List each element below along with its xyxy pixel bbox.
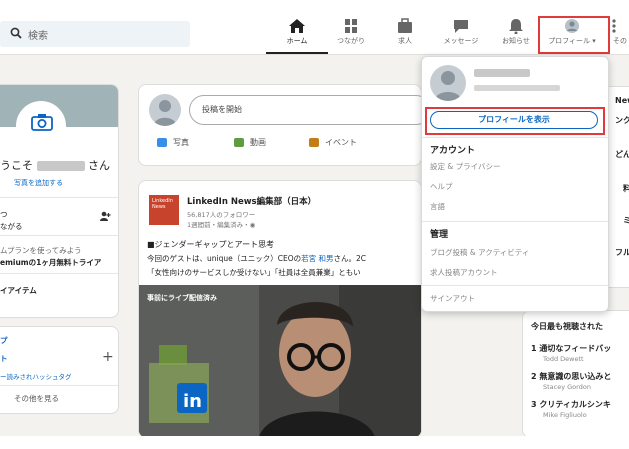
linkedin-news-logo[interactable]: LinkedIn News [149, 195, 179, 225]
redacted-headline [474, 85, 560, 91]
post-time: 1週間前・編集済み・◉ [187, 221, 256, 229]
share-box: 投稿を開始 写真 動画 イベント [138, 84, 431, 166]
nav-jobs-label: 求人 [398, 37, 412, 45]
calendar-icon [309, 138, 319, 147]
posts-activity-link[interactable]: ブログ投稿 & アクティビティ [430, 247, 529, 258]
redacted-name [474, 69, 530, 77]
profile-dropdown-menu: プロフィールを表示 アカウント 設定 & プライバシー ヘルプ 言語 管理 ブロ… [421, 56, 609, 312]
video-button[interactable]: 動画 [234, 137, 266, 148]
courses-title: 今日最も視聴された [531, 322, 603, 331]
messaging-icon [454, 20, 468, 33]
svg-text:in: in [183, 391, 202, 412]
post-author[interactable]: LinkedIn News編集部（日本） [187, 195, 316, 207]
courses-card: 今日最も視聴された 1 通切なフィードバッ Todd Dewett 2 無意識の… [522, 310, 629, 436]
communities-card: プ ト + ー読みされハッシュタグ その他を見る [0, 326, 119, 414]
start-post-button[interactable]: 投稿を開始 [189, 95, 431, 125]
connections-label[interactable]: つ [0, 209, 8, 220]
start-post-placeholder: 投稿を開始 [202, 105, 242, 114]
home-icon [289, 19, 305, 33]
divider [0, 235, 118, 236]
profile-summary-card: うこそ さん 写真を追加する つ ながる ムプランを使ってみよう emiumの1… [0, 84, 119, 318]
divider [422, 221, 608, 222]
hashtags-link[interactable]: ー読みされハッシュタグ [0, 371, 72, 381]
job-posting-account-link[interactable]: 求人投稿アカウント [430, 267, 498, 278]
nav-home-label: ホーム [286, 37, 308, 45]
nav-messaging[interactable]: メッセージ [430, 18, 492, 54]
my-items-link[interactable]: イアイテム [0, 285, 37, 296]
camera-icon[interactable] [31, 113, 53, 131]
avatar[interactable] [149, 94, 181, 126]
divider [0, 385, 118, 386]
post-body-line2: 「女性向けのサービスしか受けない」「社員は全員兼業」ともい [147, 268, 361, 277]
feed-post: LinkedIn News LinkedIn News編集部（日本） 56,81… [138, 180, 422, 436]
network-icon [345, 19, 357, 33]
help-link[interactable]: ヘルプ [430, 181, 453, 192]
add-event-icon[interactable]: + [102, 349, 114, 365]
photo-button[interactable]: 写真 [157, 137, 189, 148]
news-item[interactable]: どんな [615, 149, 629, 160]
account-heading: アカウント [430, 146, 476, 156]
news-item[interactable]: ミ [623, 215, 629, 226]
grid-icon [612, 19, 616, 33]
video-player[interactable]: in 事前にライブ配信済み [139, 285, 421, 436]
live-badge: 事前にライブ配信済み [147, 294, 217, 302]
search-placeholder: 検索 [28, 31, 48, 42]
manage-heading: 管理 [430, 230, 449, 240]
photo-icon [157, 138, 167, 147]
add-connection-icon [100, 211, 111, 221]
course-item[interactable]: 1 通切なフィードバッ [531, 343, 611, 354]
nav-jobs[interactable]: 求人 [374, 18, 436, 54]
view-profile-button[interactable]: プロフィールを表示 [430, 111, 598, 129]
news-title: News編 [615, 96, 629, 105]
search-input[interactable]: 検索 [0, 21, 190, 47]
divider [422, 137, 608, 138]
news-item[interactable]: 料 [623, 183, 629, 194]
nav-home[interactable]: ホーム [266, 18, 328, 54]
sign-out-link[interactable]: サインアウト [430, 293, 475, 304]
post-headline: ■ジェンダーギャップとアート思考 [147, 240, 275, 249]
divider [422, 285, 608, 286]
bell-icon [509, 19, 523, 34]
settings-privacy-link[interactable]: 設定 & プライバシー [430, 161, 500, 172]
top-navigation: 検索 ホーム つながり 求人 メッセージ お知らせ プロフィール ▾ その [0, 0, 629, 55]
nav-network[interactable]: つながり [320, 18, 382, 54]
view-profile-highlight-box: プロフィールを表示 [425, 107, 605, 135]
mention-link[interactable]: 若宮 和男 [301, 254, 333, 263]
jobs-icon [398, 18, 412, 33]
linkedin-window: 検索 ホーム つながり 求人 メッセージ お知らせ プロフィール ▾ その うこ… [0, 0, 629, 436]
course-author: Stacey Gordon [543, 383, 591, 391]
connections-sublabel[interactable]: ながる [0, 221, 23, 232]
add-photo-link[interactable]: 写真を追加する [14, 178, 63, 188]
nav-network-label: つながり [337, 37, 365, 45]
premium-promo[interactable]: ムプランを使ってみよう [0, 245, 82, 256]
welcome-text: うこそ さん [0, 159, 110, 172]
news-item[interactable]: ンクト [615, 115, 629, 126]
post-followers: 56,817人のフォロワー [187, 211, 256, 219]
divider [0, 197, 118, 198]
events-link[interactable]: ト [0, 353, 8, 364]
video-icon [234, 138, 244, 147]
post-body-line1: 今回のゲストは、unique（ユニック）CEOの若宮 和男さん。2C [147, 254, 367, 263]
see-more-button[interactable]: その他を見る [14, 393, 59, 404]
divider [0, 273, 118, 274]
premium-trial-link[interactable]: emiumの1ヶ月無料トライア [0, 257, 101, 268]
nav-messaging-label: メッセージ [443, 37, 479, 45]
course-author: Todd Dewett [543, 355, 584, 363]
groups-link[interactable]: プ [0, 335, 8, 346]
redacted-name [36, 161, 85, 171]
search-icon [10, 27, 22, 39]
language-link[interactable]: 言語 [430, 201, 445, 212]
event-button[interactable]: イベント [309, 137, 357, 148]
video-thumbnail: in [139, 285, 421, 436]
avatar [430, 65, 466, 101]
news-item[interactable]: フル [615, 247, 629, 258]
course-item[interactable]: 3 クリティカルシンキ [531, 399, 611, 410]
globe-icon: ◉ [249, 221, 256, 229]
course-author: Mike Figliuolo [543, 411, 587, 419]
course-item[interactable]: 2 無意識の思い込みと [531, 371, 611, 382]
profile-highlight-box [538, 16, 610, 54]
